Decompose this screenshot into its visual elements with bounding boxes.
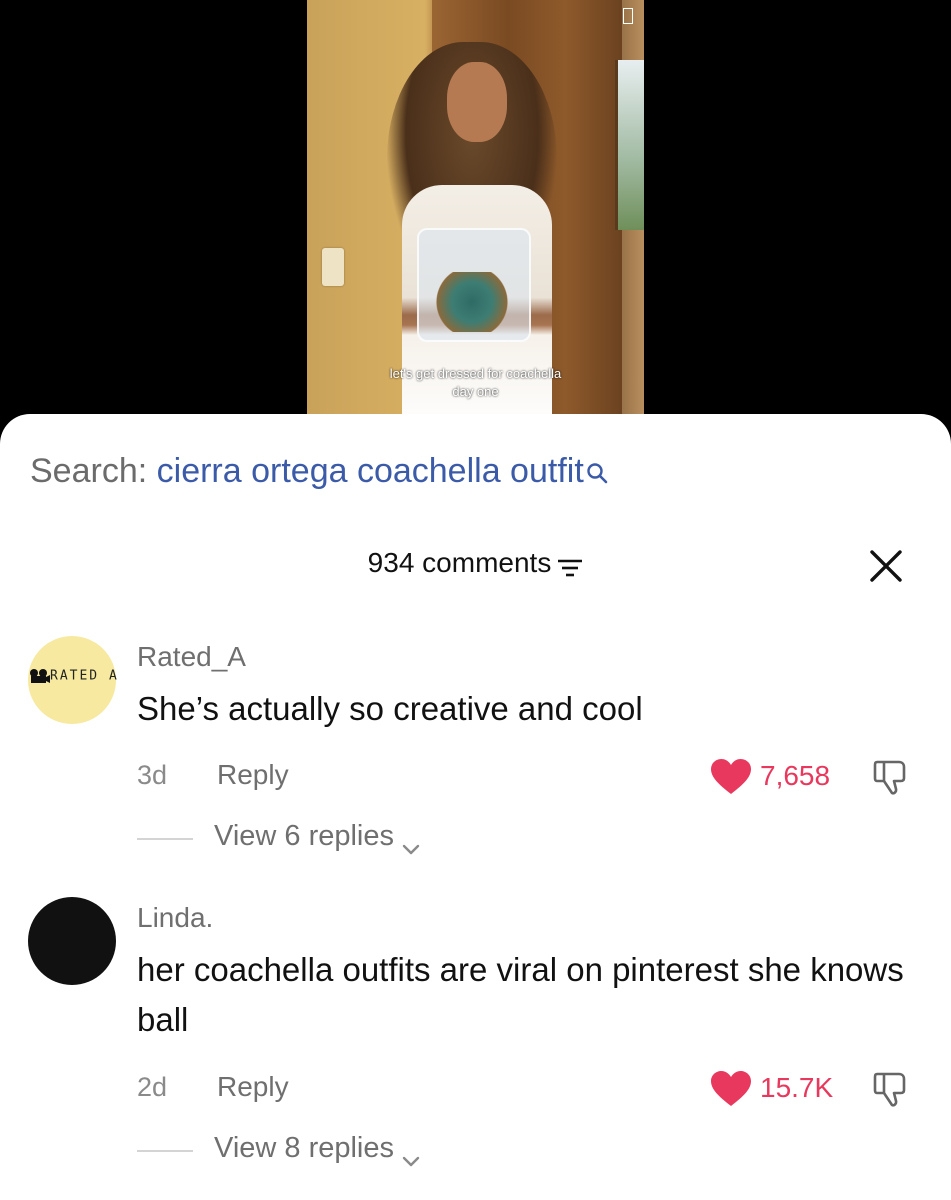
- comment-count: 934 comments: [367, 547, 552, 578]
- comment-username[interactable]: Rated_A: [137, 641, 246, 673]
- like-count: 7,658: [760, 760, 831, 791]
- video-beads: [432, 272, 512, 332]
- view-replies-label: View 6 replies: [214, 820, 395, 852]
- video-frame[interactable]: let's get dressed for coachella day one: [307, 0, 644, 430]
- search-icon[interactable]: [586, 454, 608, 484]
- video-page-indicator: [623, 8, 633, 24]
- comment-text: her coachella outfits are viral on pinte…: [137, 951, 904, 1038]
- close-icon[interactable]: [868, 548, 904, 584]
- comments-header: 934 comments: [0, 547, 951, 579]
- video-light-switch: [322, 248, 344, 286]
- video-caption-line1: let's get dressed for coachella: [389, 366, 562, 381]
- video-caption-line2: day one: [452, 384, 499, 399]
- chevron-down-icon: [402, 1143, 420, 1167]
- view-replies-label: View 8 replies: [214, 1132, 395, 1164]
- like-count: 15.7K: [760, 1072, 834, 1103]
- comment-text: She’s actually so creative and cool: [137, 690, 643, 727]
- comment-time: 3d: [137, 760, 168, 790]
- view-replies-button[interactable]: View 8 replies: [214, 1132, 420, 1167]
- avatar[interactable]: [28, 897, 116, 985]
- view-replies-button[interactable]: View 6 replies: [214, 820, 420, 855]
- chevron-down-icon: [402, 831, 420, 855]
- video-window: [615, 60, 644, 230]
- avatar-logo: RATED A: [28, 668, 119, 684]
- avatar-logo-text: RATED A: [50, 668, 119, 684]
- search-query[interactable]: cierra ortega coachella outfit: [157, 452, 584, 490]
- comment-username[interactable]: Linda.: [137, 902, 213, 934]
- search-prefix: Search:: [30, 452, 148, 490]
- sort-icon[interactable]: [557, 557, 583, 579]
- comment-time: 2d: [137, 1072, 168, 1102]
- dislike-icon[interactable]: [872, 758, 912, 796]
- video-player[interactable]: let's get dressed for coachella day one: [0, 0, 951, 430]
- dislike-icon[interactable]: [872, 1070, 912, 1108]
- heart-icon[interactable]: [710, 1070, 752, 1108]
- search-suggestion[interactable]: Search: cierra ortega coachella outfit: [30, 452, 608, 491]
- video-person-face: [447, 62, 507, 142]
- heart-icon[interactable]: [710, 758, 752, 796]
- replies-divider: [137, 1150, 193, 1152]
- reply-button[interactable]: Reply: [217, 1071, 289, 1103]
- reply-button[interactable]: Reply: [217, 759, 289, 791]
- replies-divider: [137, 838, 193, 840]
